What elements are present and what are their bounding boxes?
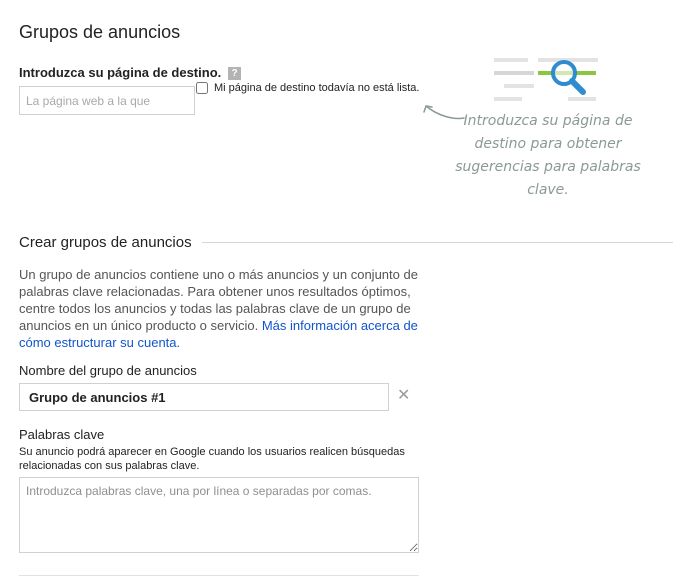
landing-page-not-ready-checkbox[interactable] [196, 82, 208, 94]
section-title: Crear grupos de anuncios [19, 234, 202, 251]
keywords-textarea[interactable] [19, 477, 419, 553]
keywords-help-text: Su anuncio podrá aparecer en Google cuan… [19, 446, 405, 472]
landing-page-hint: Introduzca su página de destino para obt… [455, 113, 641, 198]
magnifier-over-lines-icon [494, 58, 598, 101]
landing-page-not-ready-label: Mi página de destino todavía no está lis… [214, 82, 420, 94]
keywords-label: Palabras clave [19, 427, 105, 442]
landing-page-input[interactable] [19, 86, 195, 115]
ad-groups-description: Un grupo de anuncios contiene uno o más … [19, 266, 429, 351]
close-icon[interactable]: ✕ [397, 386, 410, 406]
ad-group-name-label: Nombre del grupo de anuncios [19, 363, 197, 378]
landing-page-label: Introduzca su página de destino. [19, 65, 222, 80]
ad-group-name-input[interactable] [19, 383, 389, 411]
page-title: Grupos de anuncios [19, 22, 181, 42]
section-divider-bottom [19, 575, 419, 576]
help-icon[interactable]: ? [228, 67, 241, 80]
